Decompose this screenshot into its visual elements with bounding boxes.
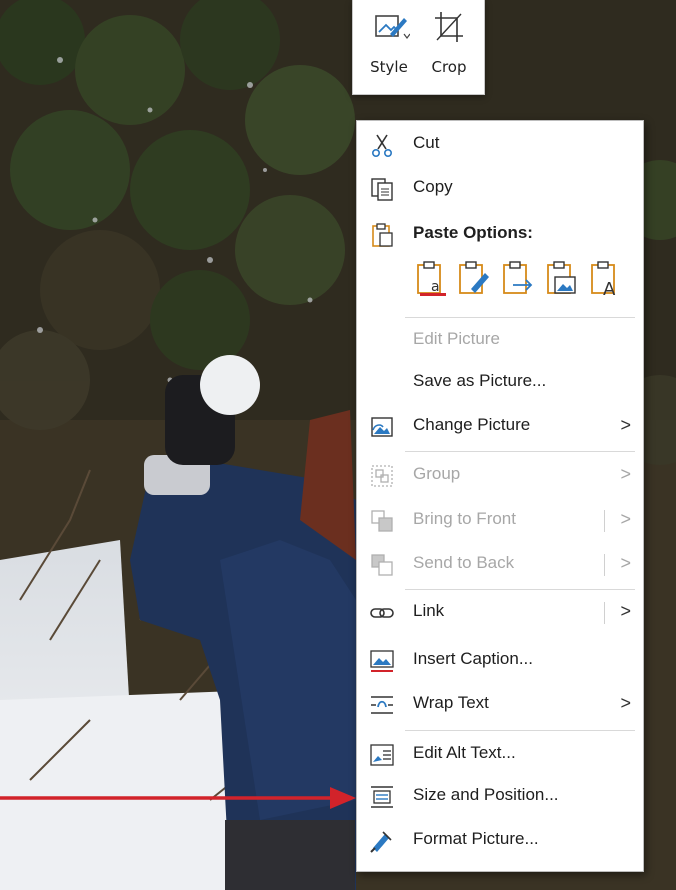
menu-item-format-picture[interactable]: Format Picture... <box>357 819 643 861</box>
crop-icon <box>435 12 463 42</box>
menu-item-label: Insert Caption... <box>413 649 534 668</box>
menu-item-insert-caption[interactable]: Insert Caption... <box>357 639 643 681</box>
change-picture-icon <box>371 417 393 437</box>
submenu-chevron-icon: > <box>620 509 631 529</box>
paste-keep-source-icon[interactable]: a <box>415 259 449 297</box>
submenu-chevron-icon: > <box>620 601 631 621</box>
menu-item-label: Save as Picture... <box>413 371 547 390</box>
submenu-chevron-icon: > <box>620 553 631 573</box>
split-separator <box>604 510 605 532</box>
menu-item-label: Copy <box>413 177 453 196</box>
menu-separator <box>405 317 635 318</box>
menu-item-save-as-picture[interactable]: Save as Picture... <box>357 361 643 403</box>
menu-separator <box>405 451 635 452</box>
menu-item-label: Paste Options: <box>413 223 533 242</box>
menu-item-cut[interactable]: Cut <box>357 123 643 165</box>
menu-separator <box>405 589 635 590</box>
scissors-icon <box>371 134 393 157</box>
link-icon <box>370 608 394 618</box>
menu-item-size-and-position[interactable]: Size and Position... <box>357 775 643 817</box>
crop-label: Crop <box>431 58 467 76</box>
format-picture-icon <box>370 831 392 853</box>
paste-merge-format-icon[interactable] <box>457 259 491 297</box>
svg-text:a: a <box>431 279 440 295</box>
paste-picture-icon[interactable] <box>545 259 579 297</box>
menu-item-label: Bring to Front <box>413 509 516 528</box>
callout-arrow-icon <box>0 787 356 809</box>
menu-item-label: Edit Picture <box>413 329 500 348</box>
wrap-text-icon <box>371 696 393 714</box>
menu-item-label: Format Picture... <box>413 829 539 848</box>
context-menu: Cut Copy Paste Options: a A Edit Picture… <box>356 120 644 872</box>
menu-item-label: Group <box>413 464 461 483</box>
insert-caption-icon <box>370 650 394 672</box>
menu-item-copy[interactable]: Copy <box>357 167 643 209</box>
paste-options-header: Paste Options: <box>357 213 643 255</box>
menu-item-label: Size and Position... <box>413 785 559 804</box>
menu-item-label: Edit Alt Text... <box>413 743 516 762</box>
paste-link-icon[interactable] <box>501 259 535 297</box>
group-icon <box>371 465 393 487</box>
size-and-position-icon <box>371 786 393 808</box>
menu-separator <box>405 730 635 731</box>
menu-item-label: Change Picture <box>413 415 531 434</box>
clipboard-icon <box>372 223 393 247</box>
menu-item-label: Cut <box>413 133 440 152</box>
menu-item-edit-alt-text[interactable]: Edit Alt Text... <box>357 733 643 775</box>
send-to-back-icon <box>371 554 393 576</box>
menu-item-label: Send to Back <box>413 553 515 572</box>
submenu-chevron-icon: > <box>620 693 631 713</box>
copy-icon <box>371 178 393 201</box>
paste-text-only-icon[interactable]: A <box>589 259 623 297</box>
mini-toolbar: Style Crop <box>352 0 485 95</box>
menu-item-change-picture[interactable]: Change Picture > <box>357 405 643 447</box>
submenu-chevron-icon: > <box>620 415 631 435</box>
menu-item-label: Wrap Text <box>413 693 489 712</box>
style-label: Style <box>370 58 408 76</box>
svg-text:A: A <box>603 279 616 297</box>
menu-item-group: Group > <box>357 454 643 496</box>
menu-item-link[interactable]: Link > <box>357 591 643 633</box>
menu-item-wrap-text[interactable]: Wrap Text > <box>357 683 643 725</box>
menu-item-send-to-back: Send to Back > <box>357 543 643 585</box>
menu-item-bring-to-front: Bring to Front > <box>357 499 643 541</box>
menu-item-label: Link <box>413 601 445 620</box>
split-separator <box>604 554 605 576</box>
alt-text-icon <box>370 744 394 766</box>
submenu-chevron-icon: > <box>620 464 631 484</box>
picture-style-icon <box>375 15 410 39</box>
style-button[interactable]: Style <box>359 0 419 90</box>
bring-to-front-icon <box>371 510 393 532</box>
split-separator <box>604 602 605 624</box>
menu-item-edit-picture: Edit Picture <box>357 319 643 361</box>
crop-button[interactable]: Crop <box>419 0 479 90</box>
